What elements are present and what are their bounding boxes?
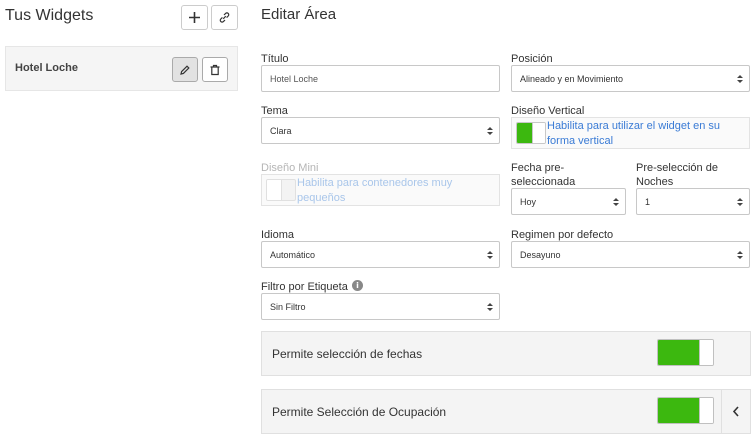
fechas-toggle-bar: Permite selección de fechas [261,331,751,376]
fecha-pre-select[interactable]: Hoy [511,188,626,215]
diseno-mini-label: Diseño Mini [261,162,319,174]
diseno-mini-toggle-box: Habilita para contenedores muy pequeños [261,174,500,206]
fechas-toggle-label: Permite selección de fechas [272,347,423,361]
ocupacion-expand-button[interactable] [721,390,750,433]
noches-value: 1 [645,196,651,207]
delete-widget-button[interactable] [202,57,228,82]
pencil-icon [180,64,190,75]
tema-label: Tema [261,105,288,117]
fecha-pre-label: Fecha pre-seleccionada [511,162,576,188]
fecha-pre-value: Hoy [520,196,537,207]
regimen-select[interactable]: Desayuno [511,241,750,268]
ocupacion-toggle-label: Permite Selección de Ocupación [272,405,447,419]
diseno-vertical-text[interactable]: Habilita para utilizar el widget en su f… [547,119,747,149]
select-arrows-icon [487,127,493,135]
link-widget-button[interactable] [211,5,238,30]
add-widget-button[interactable] [181,5,208,30]
noches-select[interactable]: 1 [636,188,750,215]
titulo-input[interactable]: Hotel Loche [261,65,500,92]
plus-icon [189,12,200,23]
editor-title: Editar Área [261,6,337,23]
posicion-label: Posición [511,53,553,65]
widget-name: Hotel Loche [15,62,78,74]
diseno-mini-switch[interactable] [266,179,296,201]
select-arrows-icon [487,303,493,311]
regimen-value: Desayuno [520,249,561,260]
noches-label: Pre-selección de Noches [636,162,718,188]
diseno-vertical-switch[interactable] [516,122,546,144]
idioma-value: Automático [270,249,316,260]
posicion-select[interactable]: Alineado y en Movimiento [511,65,750,92]
fechas-switch[interactable] [657,339,714,366]
filtro-label: Filtro por Etiqueta [261,281,348,293]
select-arrows-icon [737,251,743,259]
idioma-label: Idioma [261,229,295,241]
filtro-select[interactable]: Sin Filtro [261,293,500,320]
widget-item[interactable]: Hotel Loche [5,46,238,91]
select-arrows-icon [613,198,619,206]
widgets-title: Tus Widgets [5,7,94,24]
ocupacion-toggle-bar: Permite Selección de Ocupación [261,389,751,434]
tema-select[interactable]: Clara [261,117,500,144]
regimen-label: Regimen por defecto [511,229,614,241]
edit-widget-button[interactable] [172,57,198,82]
titulo-value: Hotel Loche [270,73,319,84]
diseno-vertical-toggle-box: Habilita para utilizar el widget en su f… [511,117,750,149]
link-icon [219,12,230,23]
ocupacion-switch[interactable] [657,397,714,424]
idioma-select[interactable]: Automático [261,241,500,268]
info-icon[interactable]: i [352,280,363,291]
diseno-vertical-label: Diseño Vertical [511,105,585,117]
trash-icon [210,64,220,75]
diseno-mini-text: Habilita para contenedores muy pequeños [297,177,453,204]
chevron-left-icon [732,406,739,417]
titulo-label: Título [261,53,289,65]
filtro-value: Sin Filtro [270,301,306,312]
select-arrows-icon [487,251,493,259]
tema-value: Clara [270,125,292,136]
posicion-value: Alineado y en Movimiento [520,73,624,84]
select-arrows-icon [737,198,743,206]
select-arrows-icon [737,75,743,83]
